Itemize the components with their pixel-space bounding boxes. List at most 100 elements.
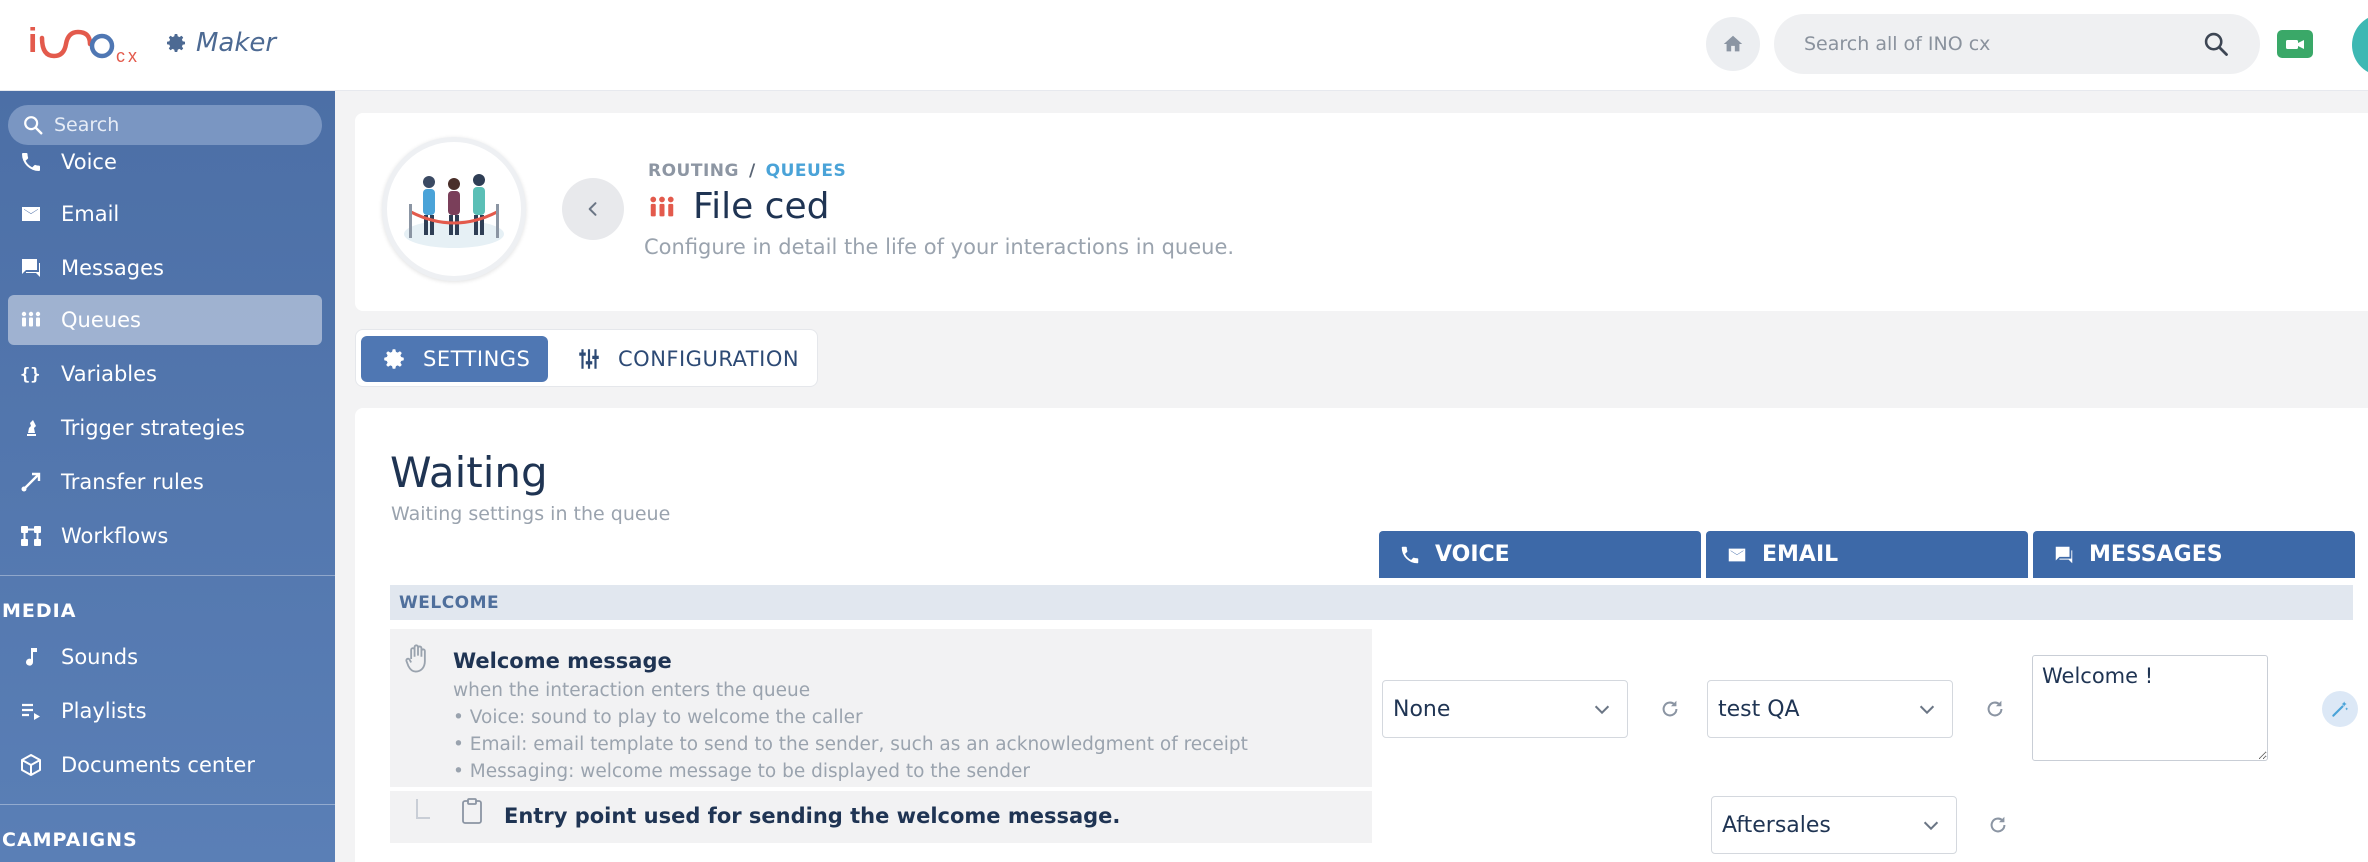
help-line: • Email: email template to send to the s… — [453, 734, 1248, 755]
workflow-icon — [21, 526, 41, 546]
svg-text:{}: {} — [20, 365, 40, 385]
sidebar-item-messages[interactable]: Messages — [8, 243, 322, 293]
chevron-down-icon — [1594, 705, 1610, 715]
tab-configuration-label: CONFIGURATION — [618, 347, 800, 371]
tab-bar: SETTINGS CONFIGURATION — [355, 329, 818, 387]
queue-illustration — [382, 137, 526, 281]
sidebar-divider — [0, 804, 335, 805]
sliders-icon — [579, 349, 599, 369]
cube-icon — [21, 754, 41, 776]
music-note-icon — [26, 648, 37, 666]
global-search-input[interactable] — [1804, 33, 2202, 55]
sidebar-item-label: Messages — [61, 256, 164, 280]
voice-reset-button[interactable] — [1655, 694, 1685, 724]
svg-text:cx: cx — [116, 46, 140, 66]
magic-wand-icon — [2332, 701, 2349, 717]
tab-configuration[interactable]: CONFIGURATION — [576, 336, 799, 382]
entry-point-reset-button[interactable] — [1983, 810, 2013, 840]
sidebar-item-variables[interactable]: {} Variables — [8, 349, 322, 399]
voice-welcome-value: None — [1393, 696, 1451, 722]
refresh-icon — [1987, 700, 2003, 717]
magic-wand-button[interactable] — [2322, 691, 2358, 727]
sidebar-item-transfer-rules[interactable]: Transfer rules — [8, 457, 322, 507]
sidebar-search-input[interactable] — [54, 114, 308, 136]
voice-header-label: VOICE — [1435, 542, 1510, 567]
waiting-settings-card: Waiting Waiting settings in the queue VO… — [355, 408, 2368, 862]
email-welcome-select[interactable]: test QA — [1707, 680, 1953, 738]
sidebar-item-label: Workflows — [61, 524, 169, 548]
email-welcome-value: test QA — [1718, 696, 1800, 722]
sidebar-item-email[interactable]: Email — [8, 189, 322, 239]
queue-people-illustration — [404, 174, 504, 248]
chevron-down-icon — [1923, 821, 1939, 831]
back-button[interactable] — [562, 178, 624, 240]
global-search[interactable] — [1774, 14, 2260, 74]
user-avatar[interactable] — [2352, 14, 2368, 76]
video-camera-button[interactable] — [2277, 30, 2313, 58]
chess-icon — [27, 420, 36, 436]
page-title-text: File ced — [693, 186, 830, 227]
sidebar-item-label: Email — [61, 202, 120, 226]
breadcrumb-routing[interactable]: ROUTING — [648, 161, 739, 181]
search-icon — [24, 116, 43, 135]
sidebar-item-label: Sounds — [61, 645, 139, 669]
tab-settings-label: SETTINGS — [423, 347, 531, 371]
svg-text:i: i — [28, 22, 37, 60]
breadcrumb: ROUTING / QUEUES — [648, 161, 846, 181]
welcome-message-description: Welcome message when the interaction ent… — [390, 629, 1372, 787]
messages-welcome-textarea[interactable]: Welcome ! — [2032, 655, 2268, 761]
entry-point-title: Entry point used for sending the welcome… — [504, 804, 1121, 828]
clipboard-icon — [462, 798, 482, 824]
welcome-message-title: Welcome message — [453, 649, 672, 673]
sidebar-item-sounds[interactable]: Sounds — [8, 632, 322, 682]
entry-point-value: Aftersales — [1722, 812, 1831, 838]
chat-icon — [22, 259, 40, 277]
sidebar-item-documents-center[interactable]: Documents center — [8, 740, 322, 790]
chevron-down-icon — [1919, 705, 1935, 715]
page-header-card: ROUTING / QUEUES File ced Configure in d… — [355, 113, 2368, 311]
welcome-message-help: when the interaction enters the queue • … — [453, 677, 1248, 785]
gear-icon — [384, 349, 404, 369]
sidebar-item-label: Voice — [61, 150, 117, 174]
hand-icon — [405, 644, 426, 673]
help-line: when the interaction enters the queue — [453, 680, 811, 701]
sidebar-item-workflows[interactable]: Workflows — [8, 511, 322, 561]
people-icon — [21, 311, 41, 327]
breadcrumb-separator: / — [748, 161, 756, 181]
search-icon[interactable] — [2202, 30, 2230, 58]
maker-label[interactable]: Maker — [164, 28, 276, 58]
phone-icon — [1401, 546, 1419, 563]
section-title: Waiting — [390, 448, 548, 497]
email-reset-button[interactable] — [1980, 694, 2010, 724]
sidebar-item-voice[interactable]: Voice — [8, 137, 322, 187]
braces-icon: {} — [20, 365, 40, 385]
refresh-icon — [1662, 700, 1678, 717]
messages-header-label: MESSAGES — [2089, 542, 2223, 567]
sidebar-item-label: Trigger strategies — [61, 416, 245, 440]
help-line: • Voice: sound to play to welcome the ca… — [453, 707, 863, 728]
tab-settings[interactable]: SETTINGS — [361, 336, 548, 382]
email-header-label: EMAIL — [1762, 542, 1839, 567]
campaigns-section-label: CAMPAIGNS — [2, 829, 138, 851]
email-channel-header: EMAIL — [1706, 531, 2028, 578]
camera-icon — [2286, 40, 2304, 49]
voice-channel-header: VOICE — [1379, 531, 1701, 578]
sidebar-item-queues[interactable]: Queues — [8, 295, 322, 345]
top-bar: i cx Maker — [0, 0, 2368, 91]
messages-channel-header: MESSAGES — [2033, 531, 2355, 578]
welcome-group-header: WELCOME — [390, 585, 2353, 620]
chat-icon — [2055, 546, 2073, 563]
sidebar-item-trigger-strategies[interactable]: Trigger strategies — [8, 403, 322, 453]
home-button[interactable] — [1706, 17, 1760, 71]
sidebar-item-label: Documents center — [61, 753, 255, 777]
breadcrumb-queues[interactable]: QUEUES — [766, 161, 847, 181]
home-icon — [1723, 35, 1743, 52]
email-entry-point-select[interactable]: Aftersales — [1711, 796, 1957, 854]
people-icon — [650, 196, 674, 216]
inocx-logo[interactable]: i cx — [28, 22, 148, 66]
sidebar-item-label: Queues — [61, 308, 141, 332]
transfer-icon — [21, 472, 41, 492]
sidebar-item-playlists[interactable]: Playlists — [8, 686, 322, 736]
sidebar-item-label: Variables — [61, 362, 157, 386]
voice-welcome-select[interactable]: None — [1382, 680, 1628, 738]
